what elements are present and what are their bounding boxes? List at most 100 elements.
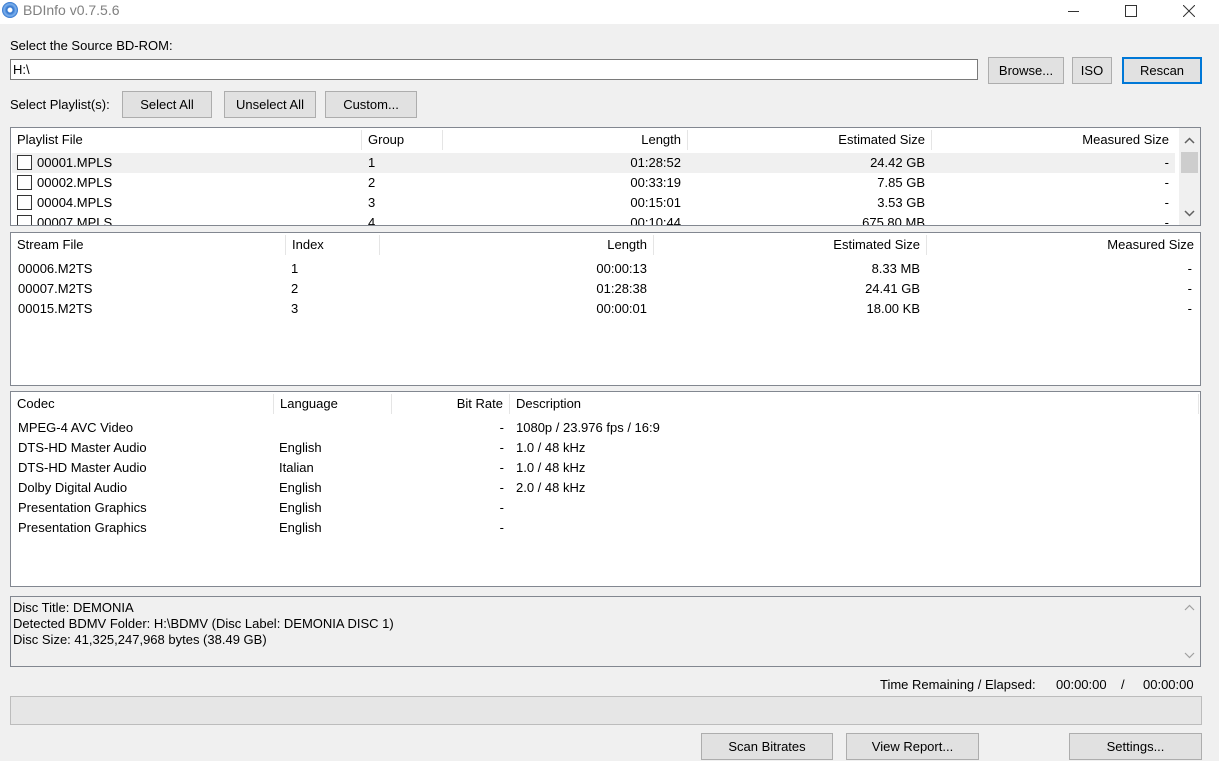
playlist-estimated-size: 7.85 GB bbox=[877, 175, 925, 190]
column-header-index[interactable]: Index bbox=[286, 233, 379, 257]
playlist-list[interactable]: Playlist File Group Length Estimated Siz… bbox=[10, 127, 1201, 226]
scroll-thumb[interactable] bbox=[1181, 152, 1198, 173]
playlist-group: 1 bbox=[368, 155, 376, 170]
stream-file: 00015.M2TS bbox=[18, 301, 93, 316]
maximize-button[interactable] bbox=[1102, 0, 1160, 22]
stream-length: 01:28:38 bbox=[596, 281, 647, 296]
playlist-length: 01:28:52 bbox=[630, 155, 681, 170]
disc-info-box[interactable]: Disc Title: DEMONIA Detected BDMV Folder… bbox=[10, 596, 1201, 667]
playlist-measured-size: - bbox=[1164, 175, 1169, 190]
unselect-all-button[interactable]: Unselect All bbox=[224, 91, 316, 118]
playlist-length: 00:15:01 bbox=[630, 195, 681, 210]
rescan-button[interactable]: Rescan bbox=[1122, 57, 1202, 84]
column-header-bit-rate[interactable]: Bit Rate bbox=[392, 392, 509, 416]
source-label: Select the Source BD-ROM: bbox=[10, 38, 173, 53]
disc-size-line: Disc Size: 41,325,247,968 bytes (38.49 G… bbox=[13, 632, 267, 647]
column-header-group[interactable]: Group bbox=[362, 128, 442, 152]
scan-progress-bar bbox=[10, 696, 1202, 725]
stream-index: 1 bbox=[291, 261, 299, 276]
stream-index: 2 bbox=[291, 281, 299, 296]
codec-name: Presentation Graphics bbox=[18, 520, 147, 535]
column-header-measured-size[interactable]: Measured Size bbox=[927, 233, 1200, 257]
codec-description: 2.0 / 48 kHz bbox=[516, 480, 586, 495]
column-header-stream-file[interactable]: Stream File bbox=[11, 233, 285, 257]
column-header-length[interactable]: Length bbox=[380, 233, 653, 257]
playlist-group: 3 bbox=[368, 195, 376, 210]
close-button[interactable] bbox=[1160, 0, 1218, 22]
codec-name: MPEG-4 AVC Video bbox=[18, 420, 134, 435]
playlist-length: 00:33:19 bbox=[630, 175, 681, 190]
playlist-file: 00004.MPLS bbox=[37, 195, 113, 210]
minimize-button[interactable] bbox=[1044, 0, 1102, 22]
playlist-estimated-size: 675.80 MB bbox=[862, 215, 925, 226]
stream-file: 00006.M2TS bbox=[18, 261, 93, 276]
scroll-up-arrow-icon[interactable] bbox=[1181, 599, 1198, 616]
codec-bit-rate: - bbox=[499, 460, 504, 475]
stream-measured-size: - bbox=[1187, 281, 1192, 296]
stream-list[interactable]: Stream File Index Length Estimated Size … bbox=[10, 232, 1201, 386]
playlist-file: 00007.MPLS bbox=[37, 215, 113, 226]
stream-index: 3 bbox=[291, 301, 299, 316]
stream-measured-size: - bbox=[1187, 301, 1192, 316]
codec-language: English bbox=[279, 440, 322, 455]
time-remaining-value: 00:00:00 bbox=[1056, 677, 1107, 692]
playlist-checkbox[interactable] bbox=[17, 175, 32, 190]
column-header-language[interactable]: Language bbox=[274, 392, 391, 416]
stream-estimated-size: 18.00 KB bbox=[866, 301, 921, 316]
codec-list[interactable]: Codec Language Bit Rate Description MPEG… bbox=[10, 391, 1201, 587]
disc-title-line: Disc Title: DEMONIA bbox=[13, 600, 134, 615]
codec-description: 1.0 / 48 kHz bbox=[516, 440, 586, 455]
playlist-group: 2 bbox=[368, 175, 376, 190]
title-bar: BDInfo v0.7.5.6 bbox=[0, 0, 1219, 24]
time-remaining-label: Time Remaining / Elapsed: bbox=[880, 677, 1036, 692]
column-header-playlist-file[interactable]: Playlist File bbox=[11, 128, 361, 152]
codec-name: Presentation Graphics bbox=[18, 500, 147, 515]
scan-bitrates-button[interactable]: Scan Bitrates bbox=[701, 733, 833, 760]
playlist-estimated-size: 24.42 GB bbox=[870, 155, 925, 170]
playlist-file: 00002.MPLS bbox=[37, 175, 113, 190]
codec-bit-rate: - bbox=[499, 440, 504, 455]
codec-language: English bbox=[279, 520, 322, 535]
column-header-description[interactable]: Description bbox=[510, 392, 1198, 416]
column-header-estimated-size[interactable]: Estimated Size bbox=[688, 128, 931, 152]
browse-button[interactable]: Browse... bbox=[988, 57, 1064, 84]
codec-language: English bbox=[279, 500, 322, 515]
playlist-checkbox[interactable] bbox=[17, 195, 32, 210]
playlist-file: 00001.MPLS bbox=[37, 155, 113, 170]
close-icon bbox=[1183, 5, 1195, 17]
iso-button[interactable]: ISO bbox=[1072, 57, 1112, 84]
codec-description: 1080p / 23.976 fps / 16:9 bbox=[516, 420, 660, 435]
scroll-down-arrow-icon[interactable] bbox=[1181, 647, 1198, 664]
playlist-group: 4 bbox=[368, 215, 376, 226]
settings-button[interactable]: Settings... bbox=[1069, 733, 1202, 760]
playlist-checkbox[interactable] bbox=[17, 215, 32, 225]
select-playlists-label: Select Playlist(s): bbox=[10, 97, 110, 112]
select-all-button[interactable]: Select All bbox=[122, 91, 212, 118]
playlist-scrollbar[interactable] bbox=[1179, 128, 1200, 225]
bdmv-folder-line: Detected BDMV Folder: H:\BDMV (Disc Labe… bbox=[13, 616, 394, 631]
column-header-length[interactable]: Length bbox=[443, 128, 687, 152]
column-header-estimated-size[interactable]: Estimated Size bbox=[654, 233, 926, 257]
view-report-button[interactable]: View Report... bbox=[846, 733, 979, 760]
codec-description: 1.0 / 48 kHz bbox=[516, 460, 586, 475]
window-title: BDInfo v0.7.5.6 bbox=[23, 2, 120, 18]
scroll-up-arrow-icon[interactable] bbox=[1181, 132, 1198, 149]
stream-length: 00:00:01 bbox=[596, 301, 647, 316]
source-path-input[interactable] bbox=[10, 59, 978, 80]
time-separator: / bbox=[1121, 677, 1125, 692]
codec-bit-rate: - bbox=[499, 500, 504, 515]
stream-measured-size: - bbox=[1187, 261, 1192, 276]
disc-app-icon bbox=[2, 2, 18, 18]
codec-bit-rate: - bbox=[499, 520, 504, 535]
custom-button[interactable]: Custom... bbox=[325, 91, 417, 118]
scroll-down-arrow-icon[interactable] bbox=[1181, 205, 1198, 222]
codec-bit-rate: - bbox=[499, 480, 504, 495]
codec-name: DTS-HD Master Audio bbox=[18, 460, 147, 475]
playlist-length: 00:10:44 bbox=[630, 215, 681, 226]
playlist-estimated-size: 3.53 GB bbox=[877, 195, 925, 210]
playlist-checkbox[interactable] bbox=[17, 155, 32, 170]
column-header-codec[interactable]: Codec bbox=[11, 392, 273, 416]
playlist-measured-size: - bbox=[1164, 215, 1169, 226]
maximize-icon bbox=[1125, 5, 1137, 17]
column-header-measured-size[interactable]: Measured Size bbox=[932, 128, 1175, 152]
